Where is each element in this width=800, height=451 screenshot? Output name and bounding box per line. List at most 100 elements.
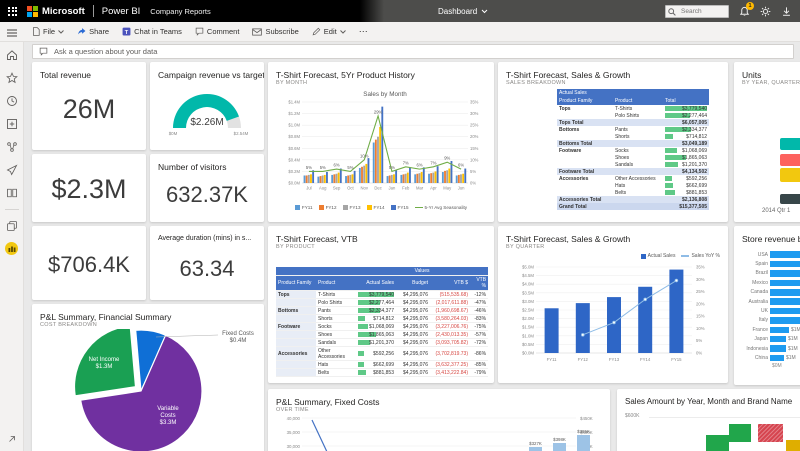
tile-visitors[interactable]: Number of visitors 632.37K bbox=[150, 154, 264, 222]
store-bar-row[interactable]: Brazil bbox=[742, 269, 800, 278]
store-bar-row[interactable]: China$1M bbox=[742, 353, 800, 362]
table-row[interactable]: Sandals$1,201,370$4,295,076(3,093,705.82… bbox=[276, 339, 488, 347]
tile-sales-706k[interactable]: $706.4K bbox=[32, 226, 146, 300]
legend-item[interactable]: 5-Yr Avg Seasonality bbox=[415, 205, 468, 210]
store-bar-row[interactable]: France$1M bbox=[742, 325, 800, 334]
store-bar-row[interactable]: Spain bbox=[742, 259, 800, 268]
tile-avg-duration[interactable]: Average duration (mins) in s... 63.34 bbox=[150, 226, 264, 300]
legend-item[interactable]: FY11 bbox=[295, 205, 313, 210]
sidebar-item-home[interactable] bbox=[5, 48, 19, 62]
store-bar-row[interactable]: UK bbox=[742, 306, 800, 315]
page-selector[interactable]: Dashboard bbox=[438, 0, 488, 22]
tile-total-revenue[interactable]: Total revenue 26M bbox=[32, 62, 146, 150]
table-row[interactable]: FootwareSocks$1,068,069 bbox=[557, 147, 709, 154]
table-row[interactable]: Polo Shirts$2,277,464$4,295,076(2,017,61… bbox=[276, 299, 488, 307]
sales-amount-block[interactable] bbox=[729, 424, 751, 442]
quarter-bars[interactable] bbox=[545, 270, 684, 353]
table-row[interactable]: Belts$881,853$4,295,076(3,413,222.84)-79… bbox=[276, 369, 488, 377]
sidebar-item-favorites[interactable] bbox=[5, 71, 19, 85]
tile-vtb[interactable]: T-Shirt Forecast, VTB BY PRODUCT ValuesP… bbox=[268, 226, 494, 383]
edit-menu[interactable]: Edit bbox=[312, 27, 346, 36]
notifications-button[interactable]: 1 bbox=[739, 6, 750, 17]
tile-pnl-pie[interactable]: P&L Summary, Financial Summary COST BREA… bbox=[32, 304, 264, 451]
table-row[interactable]: Shoes$1,865,063$4,295,076(2,430,013.35)-… bbox=[276, 331, 488, 339]
tile-title: Number of visitors bbox=[158, 162, 256, 172]
sidebar-item-apps[interactable] bbox=[5, 163, 19, 177]
comment-button[interactable]: Comment bbox=[195, 27, 240, 36]
table-row[interactable]: Shorts$714,812 bbox=[557, 133, 709, 140]
file-menu[interactable]: File bbox=[32, 27, 64, 36]
sales-amount-block[interactable] bbox=[706, 435, 729, 451]
store-bar-row[interactable]: Mexico bbox=[742, 278, 800, 287]
table-row[interactable]: Accessories Total$2,136,808 bbox=[557, 196, 709, 203]
table-row[interactable]: Hats$662,699$4,295,076(3,632,377.25)-85% bbox=[276, 361, 488, 369]
subscribe-button[interactable]: Subscribe bbox=[252, 27, 298, 36]
open-external-button[interactable] bbox=[5, 432, 19, 446]
store-bar-row[interactable]: Indonesia$1M bbox=[742, 344, 800, 353]
search-box[interactable] bbox=[665, 5, 729, 18]
table-row[interactable]: Polo Shirts$2,277,464 bbox=[557, 112, 709, 119]
hamburger-menu[interactable] bbox=[7, 29, 17, 39]
sales-amount-block[interactable] bbox=[758, 424, 783, 442]
legend-item[interactable]: FY14 bbox=[367, 205, 385, 210]
download-button[interactable] bbox=[781, 6, 792, 17]
table-row[interactable]: TopsT-Shirts$3,779,540$4,295,076(515,535… bbox=[276, 291, 488, 299]
tile-sales-amount[interactable]: Sales Amount by Year, Month and Brand Na… bbox=[617, 389, 800, 451]
svg-text:T: T bbox=[125, 30, 129, 36]
table-row[interactable]: Shoes$1,865,063 bbox=[557, 154, 709, 161]
vtb-matrix[interactable]: ValuesProduct FamilyProductActual SalesB… bbox=[276, 267, 488, 377]
sidebar-item-datasets[interactable] bbox=[5, 140, 19, 154]
store-bar-row[interactable]: Canada bbox=[742, 288, 800, 297]
search-input[interactable] bbox=[679, 6, 727, 17]
pie-slices[interactable] bbox=[74, 329, 202, 451]
ribbon-bands[interactable] bbox=[780, 138, 800, 210]
sidebar-item-create[interactable] bbox=[5, 117, 19, 131]
sidebar-item-workspaces[interactable] bbox=[5, 219, 19, 233]
current-workspace-avatar[interactable] bbox=[5, 242, 18, 255]
legend-item[interactable]: FY15 bbox=[391, 205, 409, 210]
table-row[interactable]: Tops Total$6,057,005 bbox=[557, 119, 709, 126]
qna-input[interactable] bbox=[52, 46, 793, 57]
qna-bar[interactable] bbox=[32, 44, 794, 59]
table-row[interactable]: Sandals$1,201,370 bbox=[557, 161, 709, 168]
tile-quarter[interactable]: T-Shirt Forecast, Sales & Growth BY QUAR… bbox=[498, 226, 728, 383]
sidebar-item-learn[interactable] bbox=[5, 186, 19, 200]
tile-store-revenue[interactable]: Store revenue by co USASpainBrazilMexico… bbox=[734, 226, 800, 385]
table-row[interactable]: TopsT-Shirts$3,779,540 bbox=[557, 105, 709, 112]
table-row[interactable]: Hats$662,699 bbox=[557, 182, 709, 189]
tile-fixed-costs[interactable]: P&L Summary, Fixed Costs OVER TIME 40,00… bbox=[268, 389, 610, 451]
table-row[interactable]: FootwareSocks$1,068,069$4,295,076(3,227,… bbox=[276, 323, 488, 331]
sales-amount-block[interactable] bbox=[786, 440, 800, 451]
more-options-button[interactable]: ⋯ bbox=[359, 26, 368, 37]
store-bar-row[interactable]: Japan$1M bbox=[742, 335, 800, 344]
table-row[interactable]: Bottoms Total$3,049,189 bbox=[557, 140, 709, 147]
store-bar-row[interactable]: USA bbox=[742, 250, 800, 259]
tile-sales-breakdown[interactable]: T-Shirt Forecast, Sales & Growth SALES B… bbox=[498, 62, 728, 222]
settings-button[interactable] bbox=[760, 6, 771, 17]
table-row[interactable]: Grand Total$15,377,505 bbox=[557, 203, 709, 210]
table-row[interactable]: Belts$881,853 bbox=[557, 189, 709, 196]
share-button[interactable]: Share bbox=[77, 27, 109, 36]
seasonality-line[interactable] bbox=[309, 116, 461, 172]
app-launcher-icon[interactable] bbox=[8, 7, 17, 16]
tile-history[interactable]: T-Shirt Forecast, 5Yr Product History BY… bbox=[268, 62, 494, 222]
store-bar-row[interactable]: Italy bbox=[742, 316, 800, 325]
legend-item[interactable]: FY13 bbox=[343, 205, 361, 210]
table-row[interactable]: AccessoriesOther Accessories$592,256 bbox=[557, 175, 709, 182]
tile-revenue-23m[interactable]: $2.3M bbox=[32, 154, 146, 222]
chat-in-teams-button[interactable]: T Chat in Teams bbox=[122, 27, 182, 36]
table-row[interactable]: AccessoriesOther Accessories$592,256$4,2… bbox=[276, 347, 488, 361]
store-bar-row[interactable]: Australia bbox=[742, 297, 800, 306]
tile-units[interactable]: Units BY YEAR, QUARTER, MAN 2014 Qtr 1 bbox=[734, 62, 800, 222]
table-row[interactable]: BottomsPants$2,334,377 bbox=[557, 126, 709, 133]
table-row[interactable]: Footware Total$4,134,502 bbox=[557, 168, 709, 175]
workspaces-icon bbox=[6, 220, 18, 232]
subscribe-button-label: Subscribe bbox=[265, 27, 298, 36]
sidebar-item-recent[interactable] bbox=[5, 94, 19, 108]
table-row[interactable]: BottomsPants$2,334,377$4,295,076(1,960,6… bbox=[276, 307, 488, 315]
table-row[interactable]: Shorts$714,812$4,295,076(3,580,264.03)-8… bbox=[276, 315, 488, 323]
legend-item[interactable]: FY12 bbox=[319, 205, 337, 210]
tile-campaign-gauge[interactable]: Campaign revenue vs target $2.26M$0M$2.5… bbox=[150, 62, 264, 150]
chevron-down-icon bbox=[481, 9, 488, 14]
sales-breakdown-matrix[interactable]: Actual SalesProduct FamilyProductTotalTo… bbox=[557, 89, 709, 210]
